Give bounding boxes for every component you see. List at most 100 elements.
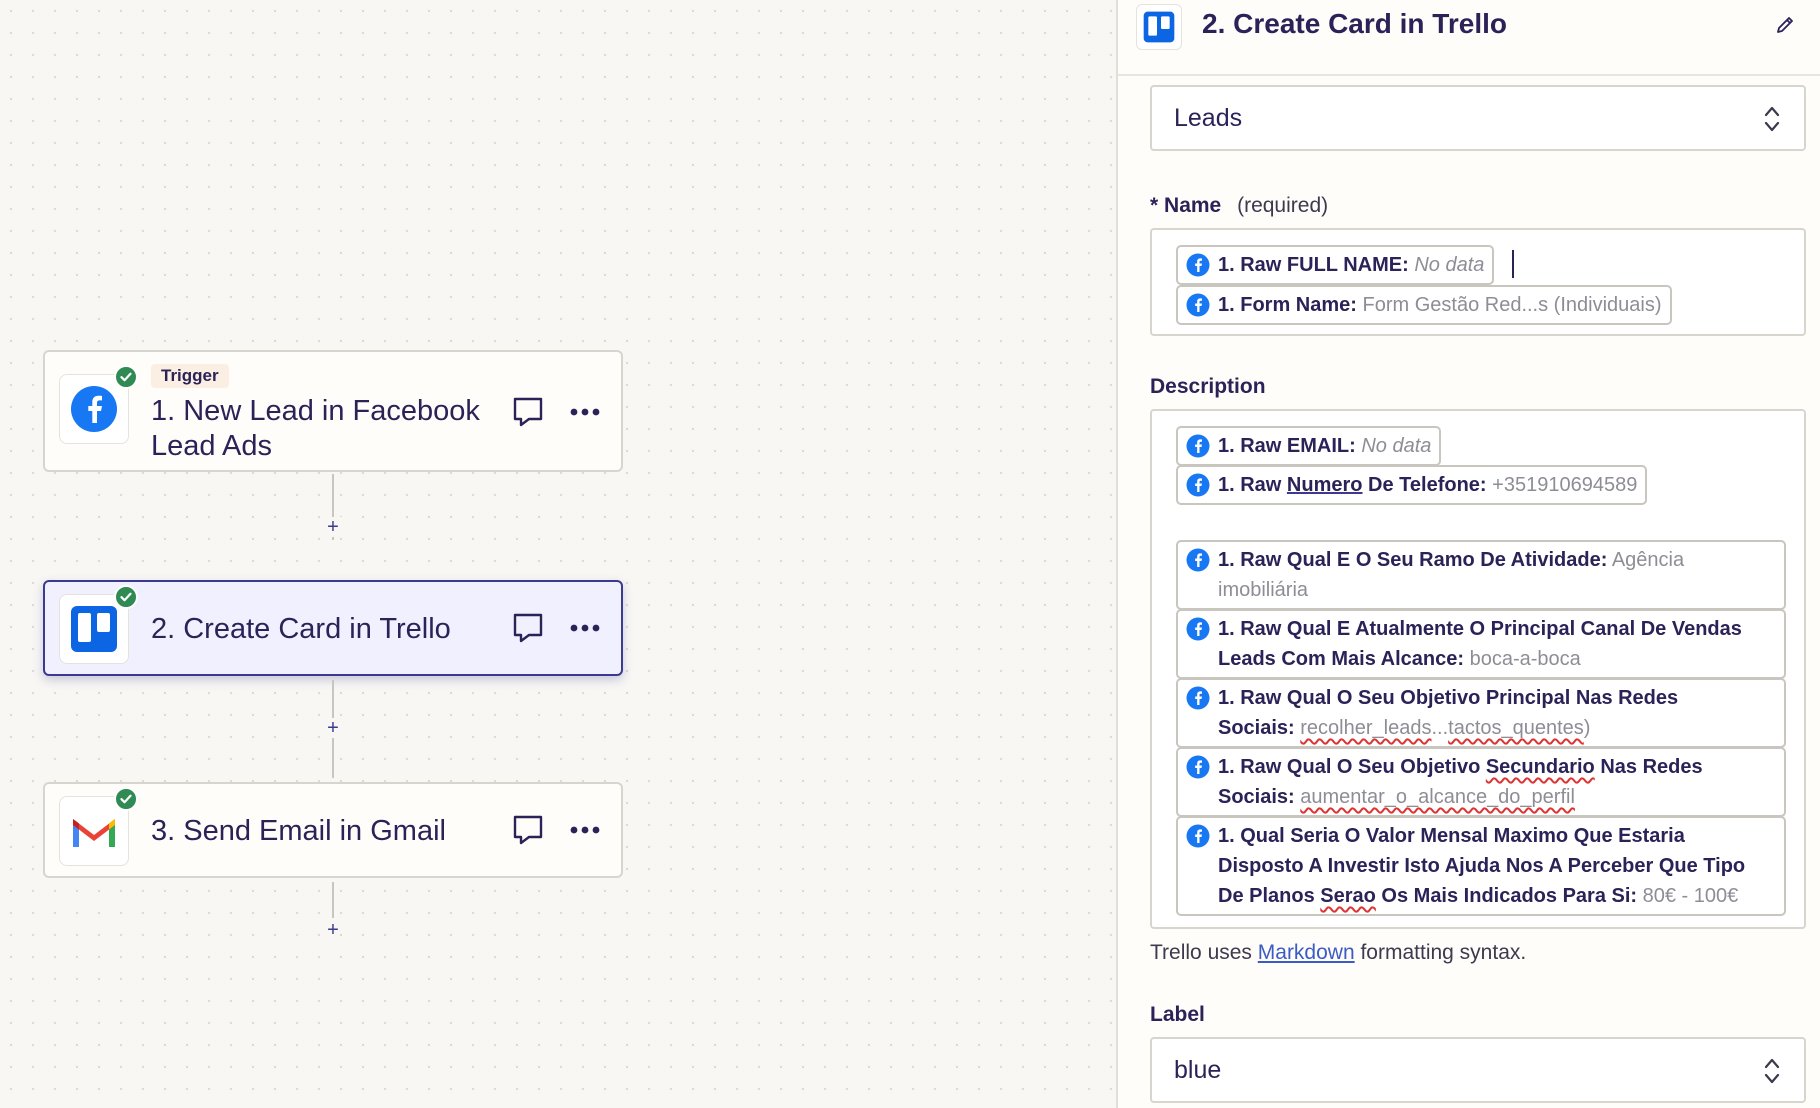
markdown-helper-text: Trello uses Markdown formatting syntax. <box>1150 941 1526 965</box>
data-pill[interactable]: 1. Form Name: Form Gestão Red...s (Indiv… <box>1176 285 1672 325</box>
pill-key: Os Mais Indicados Para Si: <box>1375 885 1638 907</box>
list-select-value: Leads <box>1174 104 1243 132</box>
helper-text: formatting syntax. <box>1354 941 1527 964</box>
label-field-label: Label <box>1150 1003 1205 1026</box>
pill-key: 1. Raw Qual O Seu Objetivo <box>1218 756 1486 778</box>
success-check-icon <box>114 365 138 389</box>
name-field-label: * Name (required) <box>1150 194 1328 218</box>
step-card-trello[interactable]: 2. Create Card in Trello <box>43 580 623 676</box>
name-field[interactable]: 1. Raw FULL NAME: No data 1. Form Name: … <box>1150 228 1806 336</box>
pill-value: boca-a-boca <box>1469 648 1581 670</box>
success-check-icon <box>114 585 138 609</box>
pill-value: 80€ - 100€ <box>1642 885 1739 907</box>
pill-key: Serao <box>1320 885 1376 907</box>
select-arrows-icon <box>1764 1058 1780 1084</box>
more-options-icon[interactable] <box>569 407 601 417</box>
name-label-text: Name <box>1164 194 1222 217</box>
pill-key: Numero <box>1286 474 1363 496</box>
pill-key: 1. Raw <box>1218 474 1287 496</box>
pill-key: 1. Raw EMAIL: <box>1218 435 1356 457</box>
data-pill[interactable]: 1. Raw EMAIL: No data <box>1176 426 1442 466</box>
label-select[interactable]: blue <box>1150 1037 1806 1103</box>
add-step-button[interactable]: + <box>323 920 343 940</box>
facebook-icon <box>1186 755 1210 779</box>
facebook-icon <box>1186 293 1210 317</box>
label-select-value: blue <box>1174 1056 1222 1084</box>
pill-key: 1. Qual Seria O Valor Mensal Maximo Que … <box>1218 825 1685 847</box>
step-editor-panel: 2. Create Card in Trello Leads * Name (r… <box>1116 0 1820 1108</box>
pill-value: ... <box>1431 717 1449 739</box>
data-pill[interactable]: 1. Raw FULL NAME: No data <box>1176 245 1495 285</box>
panel-header: 2. Create Card in Trello <box>1118 0 1820 76</box>
more-options-icon[interactable] <box>569 623 601 633</box>
pill-value: recolher_leads <box>1300 717 1432 739</box>
step-title: 1. New Lead in Facebook Lead Ads <box>151 394 480 464</box>
step-title-line: 1. New Lead in Facebook <box>151 395 480 427</box>
pill-key: 1. Raw Qual E Atualmente O Principal Can… <box>1218 618 1742 640</box>
data-pill[interactable]: 1. Qual Seria O Valor Mensal Maximo Que … <box>1176 816 1786 916</box>
pill-value: ) <box>1583 717 1591 739</box>
required-text: (required) <box>1237 194 1329 217</box>
trello-icon <box>1143 11 1175 43</box>
comment-icon[interactable] <box>512 814 544 846</box>
required-marker: * <box>1150 194 1159 217</box>
description-field[interactable]: 1. Raw EMAIL: No data 1. Raw Numero De T… <box>1150 409 1806 929</box>
edit-pencil-icon[interactable] <box>1774 14 1796 36</box>
pill-value: Form Gestão Red...s (Individuais) <box>1362 294 1662 316</box>
pill-key: De Planos <box>1218 885 1321 907</box>
trello-icon <box>71 606 117 652</box>
pill-key: 1. Raw Qual E O Seu Ramo De Atividade: <box>1218 549 1608 571</box>
markdown-link[interactable]: Markdown <box>1258 941 1355 964</box>
facebook-icon <box>1186 253 1210 277</box>
pill-key: 1. Raw Qual O Seu Objetivo Principal Nas… <box>1218 687 1679 709</box>
step-title: 3. Send Email in Gmail <box>151 815 446 847</box>
pill-value: +351910694589 <box>1492 474 1638 496</box>
pill-key: Secundario <box>1485 756 1595 778</box>
data-pill[interactable]: 1. Raw Qual E O Seu Ramo De Atividade: A… <box>1176 540 1786 610</box>
trigger-badge: Trigger <box>151 364 229 388</box>
pill-key: Leads Com Mais Alcance: <box>1218 648 1465 670</box>
workflow-canvas[interactable]: Trigger 1. New Lead in Facebook Lead Ads… <box>0 0 1116 1108</box>
comment-icon[interactable] <box>512 396 544 428</box>
facebook-app-icon <box>59 365 138 444</box>
data-pill[interactable]: 1. Raw Qual O Seu Objetivo Secundario Na… <box>1176 747 1786 817</box>
data-pill[interactable]: 1. Raw Qual O Seu Objetivo Principal Nas… <box>1176 678 1786 748</box>
pill-key: De Telefone: <box>1362 474 1487 496</box>
pill-key: Sociais: <box>1218 717 1295 739</box>
data-pill[interactable]: 1. Raw Qual E Atualmente O Principal Can… <box>1176 609 1786 679</box>
facebook-icon <box>1186 548 1210 572</box>
facebook-icon <box>1186 617 1210 641</box>
panel-title: 2. Create Card in Trello <box>1202 8 1507 39</box>
comment-icon[interactable] <box>512 612 544 644</box>
step-title: 2. Create Card in Trello <box>151 613 451 645</box>
add-step-button[interactable]: + <box>323 517 343 537</box>
gmail-icon <box>73 819 115 847</box>
select-arrows-icon <box>1764 106 1780 132</box>
pill-key: Sociais: <box>1218 786 1295 808</box>
facebook-icon <box>1186 473 1210 497</box>
pill-value: aumentar_o_alcance_do_perfil <box>1300 786 1575 808</box>
facebook-icon <box>1186 434 1210 458</box>
more-options-icon[interactable] <box>569 825 601 835</box>
step-title-line: Lead Ads <box>151 430 272 462</box>
add-step-button[interactable]: + <box>323 718 343 738</box>
description-field-label: Description <box>1150 375 1266 398</box>
facebook-icon <box>1186 824 1210 848</box>
facebook-icon <box>71 386 117 432</box>
list-select[interactable]: Leads <box>1150 85 1806 151</box>
pill-value: No data <box>1414 254 1485 276</box>
step-card-gmail[interactable]: 3. Send Email in Gmail <box>43 782 623 878</box>
pill-key: 1. Form Name: <box>1218 294 1357 316</box>
panel-app-icon <box>1136 4 1182 50</box>
data-pill[interactable]: 1. Raw Numero De Telefone: +351910694589 <box>1176 465 1648 505</box>
step-card-facebook[interactable]: Trigger 1. New Lead in Facebook Lead Ads <box>43 350 623 472</box>
pill-key: Disposto A Investir Isto Ajuda Nos A Per… <box>1218 855 1746 877</box>
pill-key: 1. Raw FULL NAME: <box>1218 254 1409 276</box>
helper-text: Trello uses <box>1150 941 1258 964</box>
pill-value: No data <box>1361 435 1432 457</box>
trello-app-icon <box>59 585 138 664</box>
connector-line <box>332 882 334 918</box>
pill-value: tactos_quentes <box>1448 717 1584 739</box>
facebook-icon <box>1186 686 1210 710</box>
pill-key: Nas Redes <box>1594 756 1703 778</box>
